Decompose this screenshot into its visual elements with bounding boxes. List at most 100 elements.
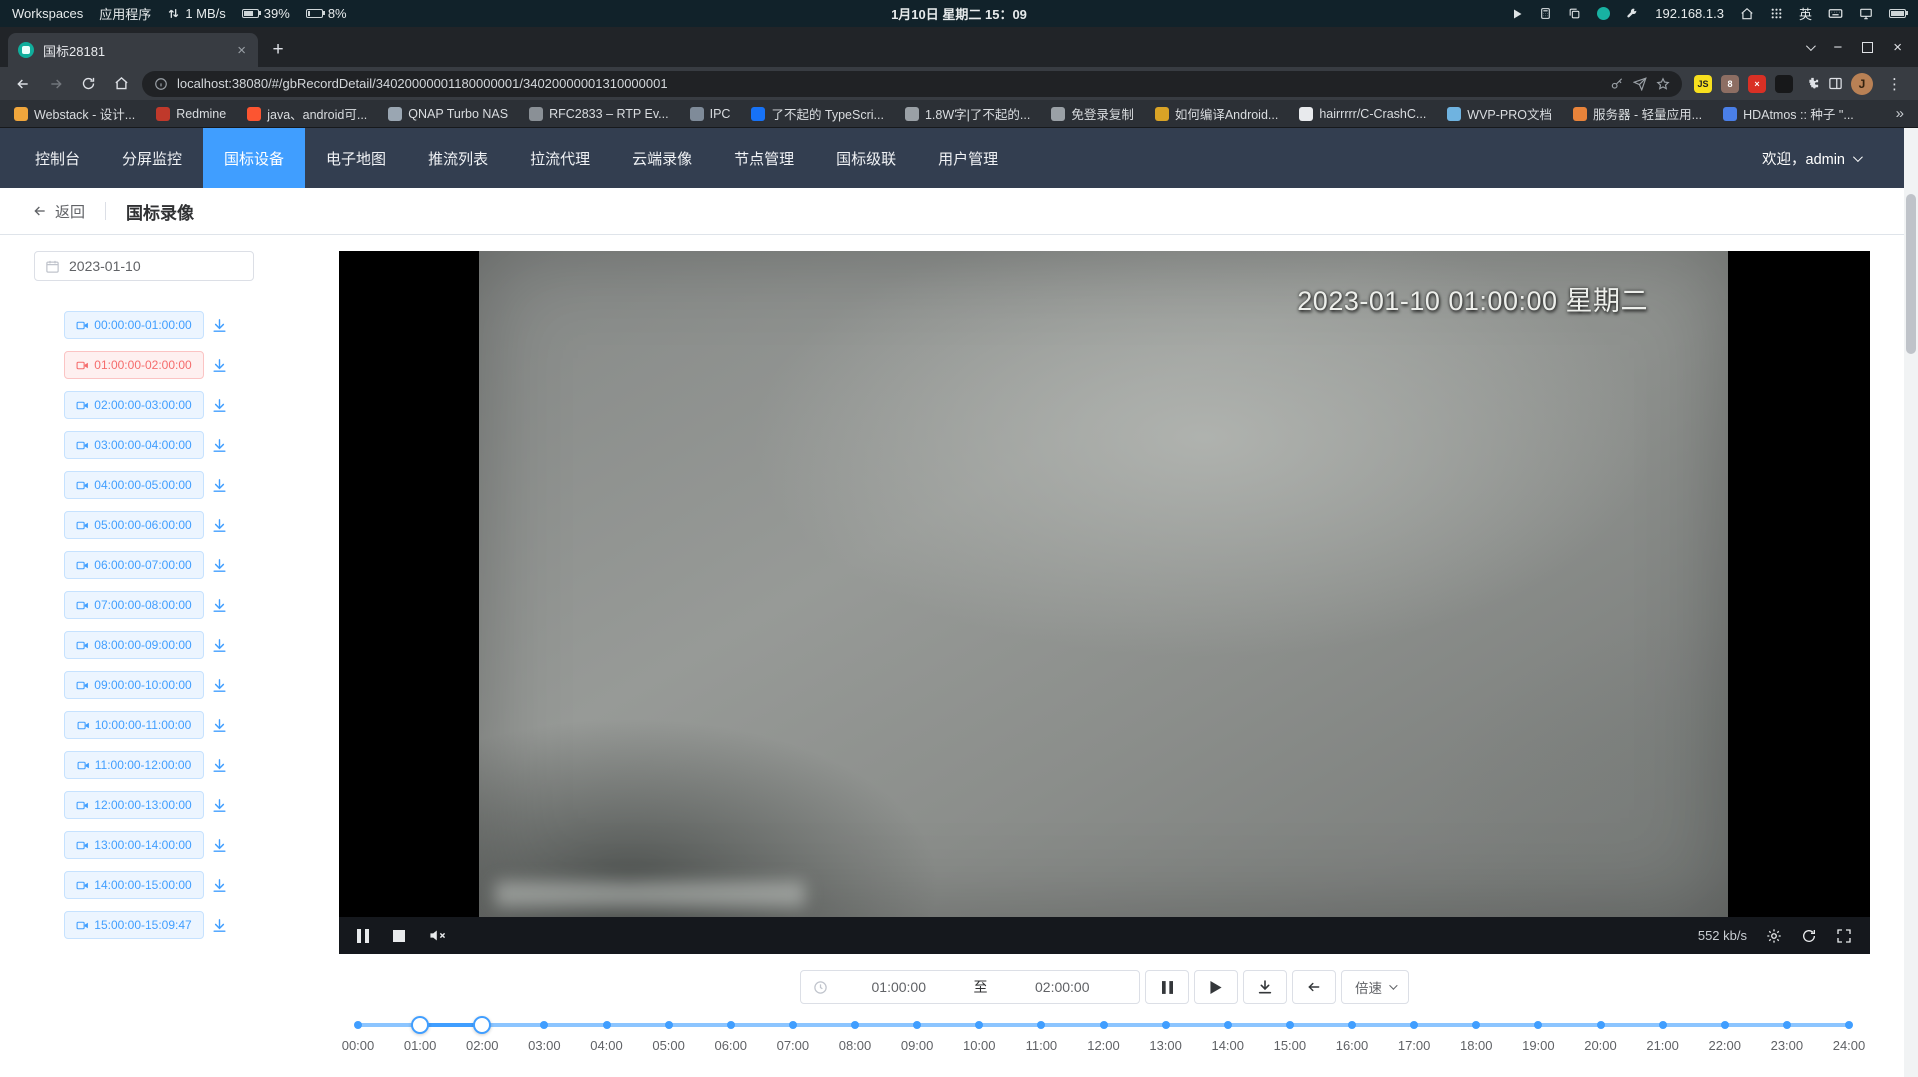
profile-avatar[interactable]: J (1851, 73, 1873, 95)
nav-item[interactable]: 分屏监控 (101, 128, 203, 188)
pause-button[interactable] (1145, 970, 1189, 1004)
clock[interactable]: 1月10日 星期二 15：09 (891, 4, 1027, 23)
bookmark-item[interactable]: WVP-PRO文档 (1447, 104, 1552, 123)
back-button[interactable] (10, 71, 35, 96)
step-back-button[interactable] (1292, 970, 1336, 1004)
segment-download-icon[interactable] (211, 917, 228, 934)
keyboard-icon[interactable] (1828, 6, 1843, 21)
segment-button[interactable]: 03:00:00-04:00:00 (64, 431, 204, 459)
segment-button[interactable]: 02:00:00-03:00:00 (64, 391, 204, 419)
home-icon[interactable] (1740, 7, 1754, 21)
segment-download-icon[interactable] (211, 597, 228, 614)
tab-close-icon[interactable]: × (235, 42, 248, 59)
segment-download-icon[interactable] (211, 757, 228, 774)
segment-button[interactable]: 13:00:00-14:00:00 (64, 831, 204, 859)
back-link[interactable]: 返回 (32, 201, 85, 222)
timeline-handle[interactable] (473, 1016, 491, 1034)
bookmark-item[interactable]: hairrrrr/C-CrashC... (1299, 107, 1426, 121)
scrollbar-thumb[interactable] (1906, 194, 1916, 354)
bookmark-item[interactable]: RFC2833 – RTP Ev... (529, 107, 669, 121)
dark-extension-icon[interactable] (1775, 75, 1793, 93)
player-settings-icon[interactable] (1766, 928, 1782, 944)
share-icon[interactable] (1633, 77, 1647, 91)
segment-download-icon[interactable] (211, 437, 228, 454)
input-language-indicator[interactable]: 英 (1799, 4, 1812, 23)
segment-download-icon[interactable] (211, 477, 228, 494)
nav-item[interactable]: 节点管理 (713, 128, 815, 188)
user-menu[interactable]: 欢迎，admin (1762, 148, 1860, 169)
split-view-icon[interactable] (1828, 76, 1843, 91)
window-maximize-button[interactable] (1862, 42, 1873, 53)
segment-download-icon[interactable] (211, 637, 228, 654)
ip-address[interactable]: 192.168.1.3 (1655, 6, 1724, 21)
workspaces-button[interactable]: Workspaces (12, 6, 83, 21)
new-tab-button[interactable]: + (264, 36, 292, 64)
segment-button[interactable]: 07:00:00-08:00:00 (64, 591, 204, 619)
browser-tab[interactable]: 国标28181 × (8, 33, 258, 67)
bookmark-item[interactable]: QNAP Turbo NAS (388, 107, 508, 121)
end-time-value[interactable]: 02:00:00 (998, 979, 1128, 995)
tab-search-icon[interactable] (1806, 41, 1816, 51)
page-scrollbar[interactable] (1904, 128, 1918, 1077)
nav-item[interactable]: 国标设备 (203, 128, 305, 188)
segment-download-icon[interactable] (211, 877, 228, 894)
segment-button[interactable]: 00:00:00-01:00:00 (64, 311, 204, 339)
time-range-picker[interactable]: 01:00:00 至 02:00:00 (800, 970, 1140, 1004)
segment-download-icon[interactable] (211, 837, 228, 854)
nav-item[interactable]: 云端录像 (611, 128, 713, 188)
player-pause-icon[interactable] (357, 929, 369, 943)
segment-button[interactable]: 01:00:00-02:00:00 (64, 351, 204, 379)
segment-download-icon[interactable] (211, 717, 228, 734)
blocker-extension-icon[interactable]: × (1748, 75, 1766, 93)
bookmark-item[interactable]: 了不起的 TypeScri... (751, 104, 884, 123)
segment-button[interactable]: 10:00:00-11:00:00 (64, 711, 204, 739)
timeline-handle[interactable] (411, 1016, 429, 1034)
video-player[interactable]: 2023-01-10 01:00:00 星期二 552 kb/s (339, 251, 1870, 954)
segment-download-icon[interactable] (211, 797, 228, 814)
eight-extension-icon[interactable]: 8 (1721, 75, 1739, 93)
bookmarks-overflow-icon[interactable]: » (1896, 105, 1904, 122)
wrench-icon[interactable] (1626, 7, 1639, 20)
segment-download-icon[interactable] (211, 677, 228, 694)
segment-download-icon[interactable] (211, 397, 228, 414)
segment-button[interactable]: 11:00:00-12:00:00 (64, 751, 204, 779)
bookmark-item[interactable]: 1.8W字|了不起的... (905, 104, 1030, 123)
bookmark-item[interactable]: Redmine (156, 107, 226, 121)
nav-item[interactable]: 用户管理 (917, 128, 1019, 188)
start-time-value[interactable]: 01:00:00 (834, 979, 964, 995)
play-button[interactable] (1194, 970, 1238, 1004)
js-extension-icon[interactable]: JS (1694, 75, 1712, 93)
reload-button[interactable] (76, 71, 101, 96)
player-stop-icon[interactable] (393, 930, 405, 942)
speed-dropdown[interactable]: 倍速 (1341, 970, 1409, 1004)
segment-button[interactable]: 08:00:00-09:00:00 (64, 631, 204, 659)
segment-button[interactable]: 09:00:00-10:00:00 (64, 671, 204, 699)
segment-button[interactable]: 14:00:00-15:00:00 (64, 871, 204, 899)
password-key-icon[interactable] (1610, 77, 1624, 91)
address-bar[interactable]: localhost:38080/#/gbRecordDetail/3402000… (142, 71, 1682, 97)
bookmark-item[interactable]: HDAtmos :: 种子 "... (1723, 104, 1854, 123)
nav-item[interactable]: 国标级联 (815, 128, 917, 188)
site-info-icon[interactable] (154, 77, 168, 91)
applications-button[interactable]: 应用程序 (99, 4, 151, 23)
nav-item[interactable]: 拉流代理 (509, 128, 611, 188)
media-play-icon[interactable] (1511, 8, 1523, 20)
calculator-icon[interactable] (1539, 7, 1552, 20)
bookmark-item[interactable]: 服务器 - 轻量应用... (1573, 104, 1702, 123)
segment-download-icon[interactable] (211, 357, 228, 374)
segment-button[interactable]: 05:00:00-06:00:00 (64, 511, 204, 539)
download-button[interactable] (1243, 970, 1287, 1004)
app-grid-icon[interactable] (1770, 7, 1783, 20)
segment-button[interactable]: 04:00:00-05:00:00 (64, 471, 204, 499)
timeline-slider[interactable]: 00:0001:0002:0003:0004:0005:0006:0007:00… (358, 1023, 1849, 1067)
nav-item[interactable]: 推流列表 (407, 128, 509, 188)
fullscreen-icon[interactable] (1836, 928, 1852, 944)
forward-button[interactable] (43, 71, 68, 96)
bookmark-item[interactable]: Webstack - 设计... (14, 104, 135, 123)
volume-muted-icon[interactable] (429, 928, 446, 943)
bookmark-item[interactable]: 如何编译Android... (1155, 104, 1279, 123)
segment-button[interactable]: 06:00:00-07:00:00 (64, 551, 204, 579)
display-icon[interactable] (1859, 7, 1873, 21)
segment-download-icon[interactable] (211, 557, 228, 574)
home-button[interactable] (109, 71, 134, 96)
